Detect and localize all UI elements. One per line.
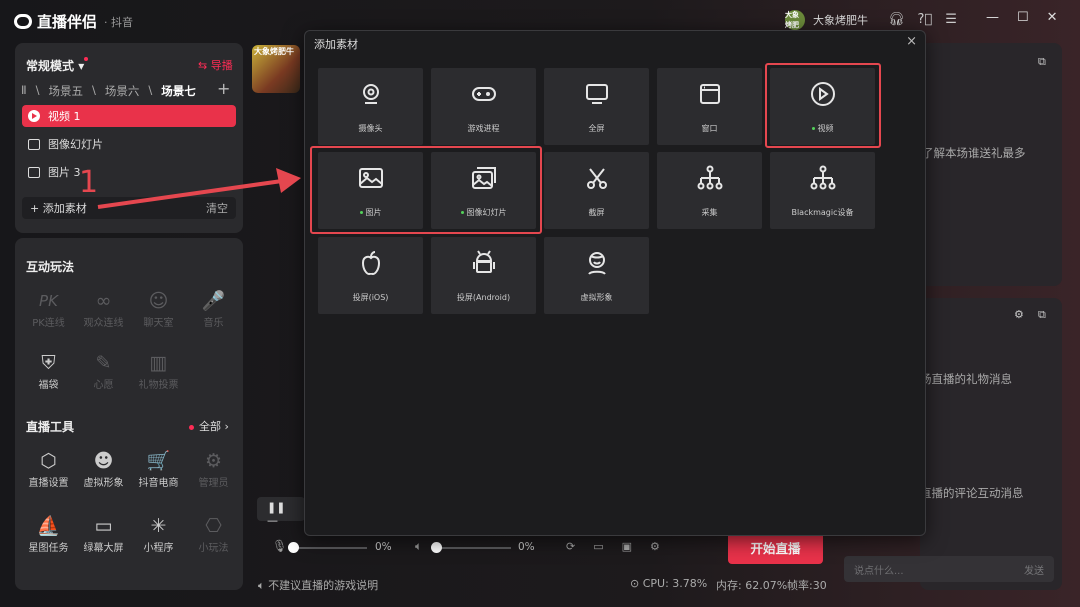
annotation-arrow [97, 168, 301, 209]
app-window: 直播伴侣 · 抖音 大象烤肥 大象烤肥牛 🎧︎ ?⃝ ☰ — ☐ ✕ 常规模式 … [0, 0, 1080, 607]
annotation-number: 1 [79, 165, 99, 200]
